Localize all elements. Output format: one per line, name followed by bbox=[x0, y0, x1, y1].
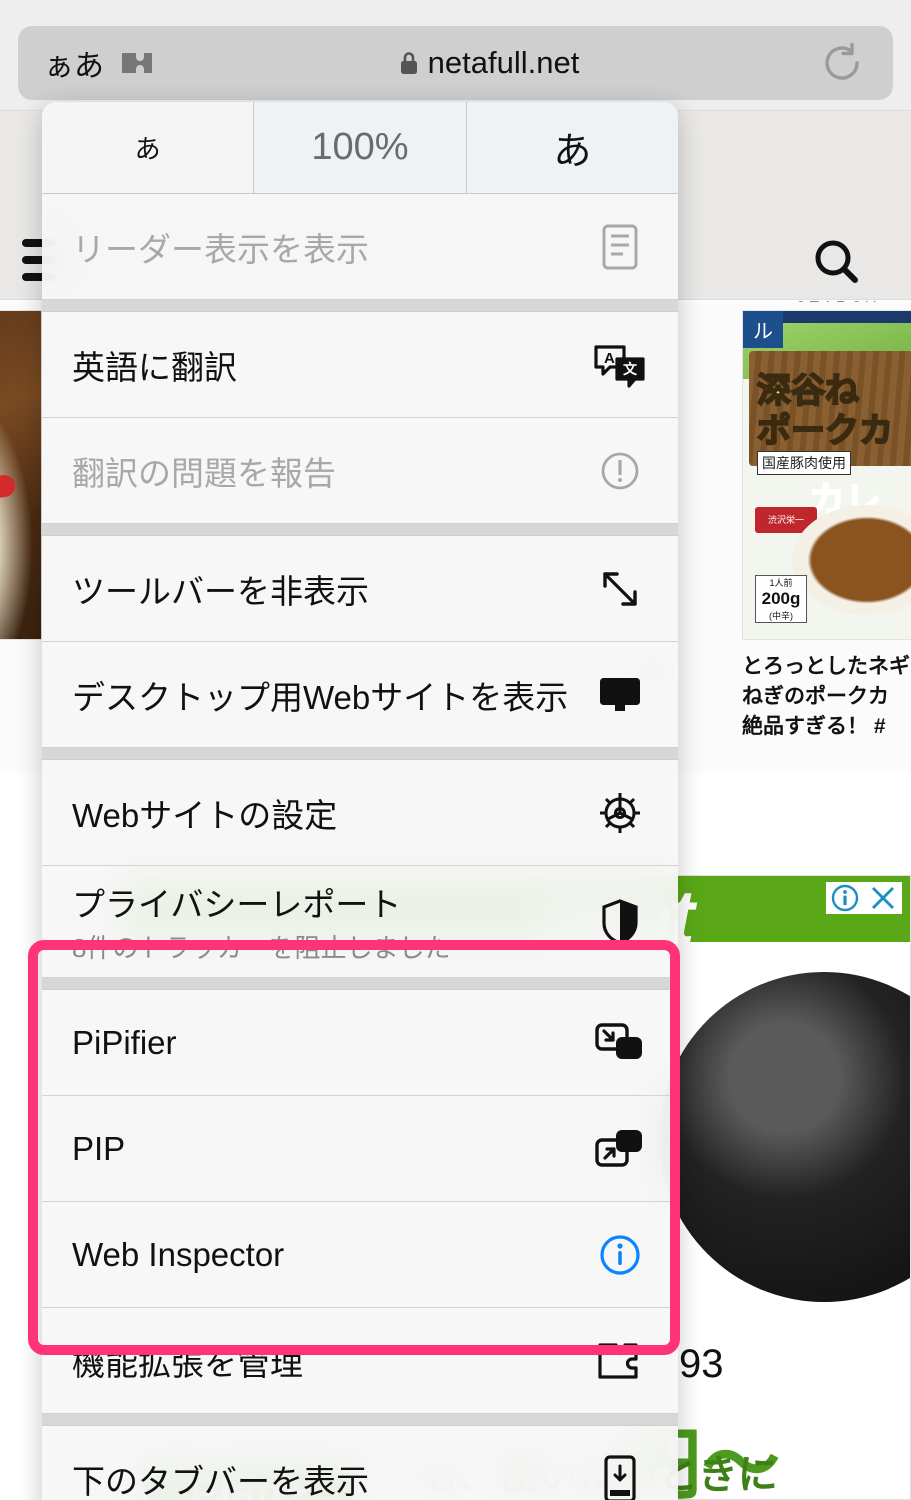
menu-item-manage-extensions[interactable]: 機能拡張を管理 bbox=[42, 1308, 678, 1414]
zoom-control-row: あ 100% あ bbox=[42, 102, 678, 194]
menu-item-label: プライバシーレポート bbox=[72, 886, 402, 923]
browser-toolbar: ぁあ netafull.net bbox=[18, 26, 893, 100]
puzzle-piece-icon bbox=[592, 1340, 648, 1382]
text-size-button[interactable]: ぁあ bbox=[44, 41, 104, 85]
menu-item-label: デスクトップ用Webサイトを表示 bbox=[72, 678, 569, 716]
monitor-icon bbox=[592, 673, 648, 717]
close-icon[interactable] bbox=[868, 883, 898, 913]
gear-icon bbox=[592, 790, 648, 836]
reload-button[interactable] bbox=[819, 40, 893, 86]
menu-item-pip[interactable]: PIP bbox=[42, 1096, 678, 1202]
address-bar-url: netafull.net bbox=[427, 45, 580, 80]
menu-item-label: ツールバーを非表示 bbox=[72, 572, 369, 610]
menu-separator bbox=[42, 748, 678, 760]
menu-separator bbox=[42, 300, 678, 312]
article-thumbnail: フ bbox=[0, 310, 42, 640]
menu-item-subtitle: 8件のトラッカーを阻止しました bbox=[72, 933, 451, 963]
reader-view-icon bbox=[592, 223, 648, 271]
menu-item-label: Webサイトの設定 bbox=[72, 796, 338, 834]
screen: M SEARCH フ 「ボ ハン れは bbox=[0, 0, 911, 1500]
menu-item-website-settings[interactable]: Webサイトの設定 bbox=[42, 760, 678, 866]
menu-item-reader[interactable]: リーダー表示を表示 bbox=[42, 194, 678, 300]
package-line2: ポークカ bbox=[756, 411, 894, 451]
menu-item-desktop-site[interactable]: デスクトップ用Webサイトを表示 bbox=[42, 642, 678, 748]
shield-icon bbox=[592, 898, 648, 946]
menu-item-report-translation[interactable]: 翻訳の問題を報告 bbox=[42, 418, 678, 524]
safari-page-menu: あ 100% あ リーダー表示を表示 英語に翻訳 A 文 翻訳の問題を報告 ツー… bbox=[42, 102, 678, 1500]
menu-item-translate[interactable]: 英語に翻訳 A 文 bbox=[42, 312, 678, 418]
package-weight-value: 200g bbox=[761, 589, 801, 608]
svg-text:文: 文 bbox=[623, 361, 638, 378]
article-thumbnail: ル 深谷ね ポークカ 国産豚肉使用 カレ 渋沢栄一 1人前 200g (中辛) bbox=[742, 310, 911, 640]
picture-in-picture-enter-icon bbox=[592, 1020, 648, 1066]
toolbar-left-controls: ぁあ bbox=[18, 41, 158, 85]
zoom-increase-button[interactable]: あ bbox=[466, 102, 678, 193]
article-card[interactable]: フ 「ボ ハン れは bbox=[0, 310, 42, 741]
zoom-level-display[interactable]: 100% bbox=[253, 102, 467, 193]
puzzle-piece-icon[interactable] bbox=[118, 47, 158, 79]
svg-text:A: A bbox=[604, 350, 615, 367]
adchoices-info-icon[interactable] bbox=[830, 883, 860, 913]
exclamation-circle-icon bbox=[592, 449, 648, 493]
menu-item-hide-toolbar[interactable]: ツールバーを非表示 bbox=[42, 536, 678, 642]
menu-item-label: 機能拡張を管理 bbox=[72, 1344, 303, 1382]
menu-item-label: リーダー表示を表示 bbox=[72, 230, 369, 268]
card-badge: ル bbox=[743, 311, 783, 348]
info-circle-icon bbox=[592, 1231, 648, 1279]
menu-item-show-bottom-tab-bar[interactable]: 下のタブバーを表示 bbox=[42, 1426, 678, 1500]
reload-icon bbox=[825, 42, 859, 80]
menu-item-label: Web Inspector bbox=[72, 1235, 285, 1273]
tab-bar-bottom-icon bbox=[592, 1454, 648, 1500]
article-title: 「ボ ハン れは bbox=[0, 652, 42, 741]
menu-separator bbox=[42, 524, 678, 536]
menu-item-pipifier[interactable]: PiPifier bbox=[42, 990, 678, 1096]
ad-controls[interactable] bbox=[826, 882, 902, 914]
menu-item-label: 下のタブバーを表示 bbox=[72, 1463, 369, 1500]
menu-separator bbox=[42, 978, 678, 990]
menu-separator bbox=[42, 1414, 678, 1426]
package-weight-note: (中辛) bbox=[769, 611, 793, 621]
translate-icon: A 文 bbox=[592, 341, 648, 389]
expand-arrows-icon bbox=[592, 566, 648, 612]
menu-item-label: 翻訳の問題を報告 bbox=[72, 454, 336, 492]
address-bar[interactable]: netafull.net bbox=[158, 45, 819, 81]
menu-item-label-group: プライバシーレポート 8件のトラッカーを阻止しました bbox=[72, 878, 450, 965]
menu-item-label: PIP bbox=[72, 1129, 126, 1167]
menu-item-label: PiPifier bbox=[72, 1023, 177, 1061]
menu-item-label: 英語に翻訳 bbox=[72, 348, 237, 386]
ad-number: 93 bbox=[679, 1342, 724, 1386]
ad-product-image bbox=[659, 972, 910, 1302]
menu-item-privacy-report[interactable]: プライバシーレポート 8件のトラッカーを阻止しました bbox=[42, 866, 678, 978]
package-weight: 1人前 200g (中辛) bbox=[755, 575, 807, 623]
article-card[interactable]: ル 深谷ね ポークカ 国産豚肉使用 カレ 渋沢栄一 1人前 200g (中辛) … bbox=[742, 310, 911, 741]
lock-icon bbox=[400, 52, 417, 74]
menu-item-web-inspector[interactable]: Web Inspector bbox=[42, 1202, 678, 1308]
package-weight-label: 1人前 bbox=[769, 578, 793, 588]
picture-in-picture-exit-icon bbox=[592, 1126, 648, 1172]
article-title: とろっとしたネギ ねぎのポークカ 絶品すぎる！ # bbox=[742, 655, 910, 738]
zoom-decrease-button[interactable]: あ bbox=[42, 102, 254, 193]
search-icon bbox=[815, 240, 858, 283]
